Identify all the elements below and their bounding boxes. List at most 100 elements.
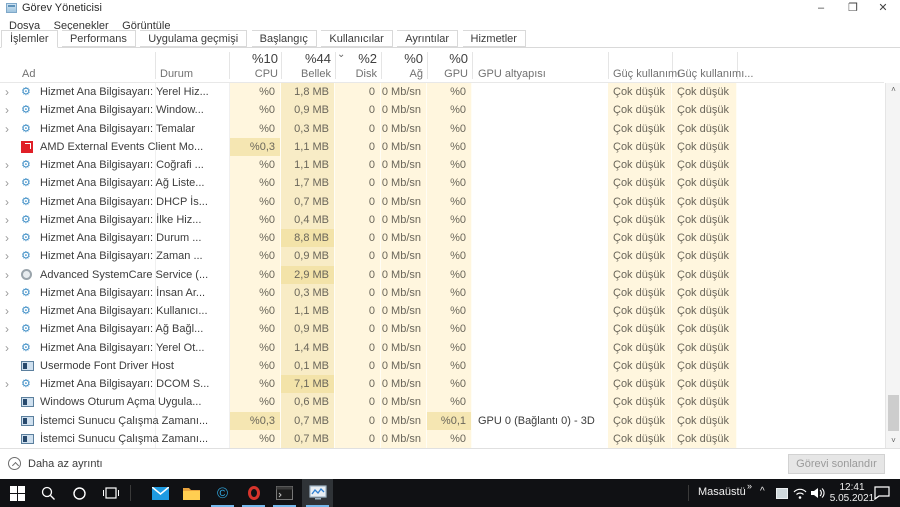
tab-app-history[interactable]: Uygulama geçmişi	[140, 30, 248, 47]
process-row-19[interactable]: İstemci Sunucu Çalışma Zamanı... %0 0,7 MB…	[0, 429, 884, 448]
power-cell: Çok düşük	[608, 119, 672, 138]
process-row-6[interactable]: › ⚙ Hizmet Ana Bilgisayarı: DHCP İs... %0 0,…	[0, 192, 884, 226]
cortana-button[interactable]	[64, 479, 95, 507]
process-row-15[interactable]: Usermode Font Driver Host%00,1 MB0 MB/sn…	[0, 356, 884, 390]
process-row-7[interactable]: › ⚙ Hizmet Ana Bilgisayarı: İlke Hiz... %0 0…	[0, 210, 884, 244]
tab-performance[interactable]: Performans	[61, 30, 136, 47]
power-trend-cell: Çok düşük	[672, 101, 737, 120]
process-row-5[interactable]: › ⚙ Hizmet Ana Bilgisayarı: Ağ Liste... %0 1…	[0, 174, 884, 208]
expander-icon[interactable]: ›	[5, 84, 15, 100]
process-row-11[interactable]: › ⚙ Hizmet Ana Bilgisayarı: İnsan Ar... %0 0…	[0, 283, 884, 317]
expander-icon[interactable]: ›	[5, 267, 15, 283]
ccleaner-button[interactable]: ©	[207, 479, 238, 507]
power-trend-cell: Çok düşük	[672, 83, 737, 102]
mem-cell: 1,1 MB	[281, 302, 335, 321]
search-button[interactable]	[33, 479, 64, 507]
tray-separator	[688, 485, 689, 501]
process-row-18[interactable]: İstemci Sunucu Çalışma Zamanı... %0,3 0,7 …	[0, 411, 884, 445]
gpu-cell: %0	[427, 192, 472, 211]
disk-cell: 0 MB/sn	[335, 320, 381, 354]
power-cell: Çok düşük	[608, 356, 672, 375]
fewer-details-icon[interactable]	[8, 457, 21, 470]
expander-icon[interactable]: ›	[5, 230, 15, 246]
gpu-cell: %0	[427, 156, 472, 175]
process-row-8[interactable]: › ⚙ Hizmet Ana Bilgisayarı: Durum ... %0 8,8…	[0, 229, 884, 262]
gpu-engine-cell	[472, 247, 608, 265]
expander-icon[interactable]: ›	[5, 303, 15, 319]
process-row-3[interactable]: AMD External Events Client Mo... %0,3 1,1 …	[0, 137, 884, 171]
expander-icon[interactable]: ›	[5, 285, 15, 301]
process-row-10[interactable]: › Advanced SystemCare Service (... %0 2,9 M…	[0, 265, 884, 299]
hidden-icons-chevron-icon[interactable]: ^	[760, 486, 765, 497]
power-cell: Çok düşük	[608, 429, 672, 448]
process-row-0[interactable]: › ⚙ Hizmet Ana Bilgisayarı: Yerel Hiz... %0…	[0, 83, 884, 116]
col-power-usage-trend[interactable]: Güç kullanımı...	[677, 68, 753, 80]
scrollbar-thumb[interactable]	[888, 395, 899, 431]
desktop-toolbar-label[interactable]: Masaüstü	[698, 486, 746, 498]
tab-services[interactable]: Hizmetler	[462, 30, 526, 47]
net-cell: 0 Mb/sn	[381, 247, 427, 266]
expander-icon[interactable]: ›	[5, 102, 15, 118]
process-row-1[interactable]: › ⚙ Hizmet Ana Bilgisayarı: Window... %0 0,9…	[0, 101, 884, 135]
col-cpu-percent[interactable]: %10	[230, 51, 278, 66]
col-network[interactable]: Ağ	[381, 68, 423, 80]
end-task-button[interactable]: Görevi sonlandır	[788, 454, 885, 474]
service-gear-icon: ⚙	[21, 122, 31, 135]
gpu-engine-cell	[472, 174, 608, 192]
col-gpu[interactable]: GPU	[427, 68, 468, 80]
expander-icon[interactable]: ›	[5, 321, 15, 337]
net-cell: 0 Mb/sn	[381, 229, 427, 248]
tab-users[interactable]: Kullanıcılar	[321, 30, 393, 47]
expander-icon[interactable]: ›	[5, 175, 15, 191]
display-tray-button[interactable]	[772, 479, 792, 507]
col-status[interactable]: Durum	[160, 68, 193, 80]
gpu-engine-cell: GPU 0 (Bağlantı 0) - 3D	[478, 414, 595, 427]
start-button[interactable]	[2, 479, 33, 507]
tab-processes[interactable]: İşlemler	[1, 30, 58, 48]
process-row-2[interactable]: › ⚙ Hizmet Ana Bilgisayarı: Temalar %0 0,3 M…	[0, 119, 884, 153]
col-gpu-engine[interactable]: GPU altyapısı	[478, 68, 546, 80]
process-row-9[interactable]: › ⚙ Hizmet Ana Bilgisayarı: Zaman ... %0 0,9…	[0, 247, 884, 281]
power-trend-cell: Çok düşük	[672, 411, 737, 430]
process-row-4[interactable]: › ⚙ Hizmet Ana Bilgisayarı: Coğrafi ... %0 1…	[0, 156, 884, 189]
file-explorer-button[interactable]	[176, 479, 207, 507]
expander-icon[interactable]: ›	[5, 376, 15, 392]
process-row-14[interactable]: › ⚙ Hizmet Ana Bilgisayarı: Yerel Ot... %0 1…	[0, 338, 884, 372]
process-row-17[interactable]: Windows Oturum Açma Uygula...%00,6 MB0 M…	[0, 393, 884, 427]
col-memory[interactable]: Bellek	[281, 68, 331, 80]
gpu-cell: %0	[427, 302, 472, 321]
col-name[interactable]: Ad	[22, 68, 35, 80]
vertical-scrollbar[interactable]: ˄ ˅	[885, 83, 900, 448]
expander-icon[interactable]: ›	[5, 248, 15, 264]
expander-icon[interactable]: ›	[5, 157, 15, 173]
col-disk-percent[interactable]: %2	[335, 51, 377, 66]
menubar: Dosya Seçenekler Görüntüle	[0, 16, 900, 32]
expander-icon[interactable]: ›	[5, 340, 15, 356]
wifi-tray-button[interactable]	[790, 479, 810, 507]
task-view-button[interactable]	[95, 479, 126, 507]
process-row-16[interactable]: › ⚙ Hizmet Ana Bilgisayarı: DCOM S... %0 7,1…	[0, 375, 884, 408]
opera-button[interactable]	[238, 479, 269, 507]
tab-startup[interactable]: Başlangıç	[251, 30, 317, 47]
col-disk[interactable]: Disk	[335, 68, 377, 80]
scroll-up-icon[interactable]: ˄	[886, 83, 900, 97]
col-cpu[interactable]: CPU	[230, 68, 278, 80]
volume-tray-button[interactable]	[808, 479, 828, 507]
process-row-13[interactable]: › ⚙ Hizmet Ana Bilgisayarı: Ağ Bağl... %0 0,…	[0, 320, 884, 354]
toolbar-overflow-icon[interactable]: »	[747, 481, 752, 491]
expander-icon[interactable]: ›	[5, 194, 15, 210]
console-button[interactable]	[269, 479, 300, 507]
col-memory-percent[interactable]: %44	[281, 51, 331, 66]
expander-icon[interactable]: ›	[5, 212, 15, 228]
task-manager-button[interactable]	[302, 479, 333, 507]
fewer-details-toggle[interactable]: Daha az ayrıntı	[28, 458, 103, 470]
col-power-usage[interactable]: Güç kullanımı	[613, 68, 680, 80]
expander-icon[interactable]: ›	[5, 121, 15, 137]
action-center-button[interactable]	[868, 479, 896, 507]
tab-details[interactable]: Ayrıntılar	[397, 30, 459, 47]
scroll-down-icon[interactable]: ˅	[886, 434, 900, 448]
col-network-percent[interactable]: %0	[381, 51, 423, 66]
mail-button[interactable]	[145, 479, 176, 507]
col-gpu-percent[interactable]: %0	[427, 51, 468, 66]
process-row-12[interactable]: › ⚙ Hizmet Ana Bilgisayarı: Kullanıcı... %0…	[0, 302, 884, 335]
